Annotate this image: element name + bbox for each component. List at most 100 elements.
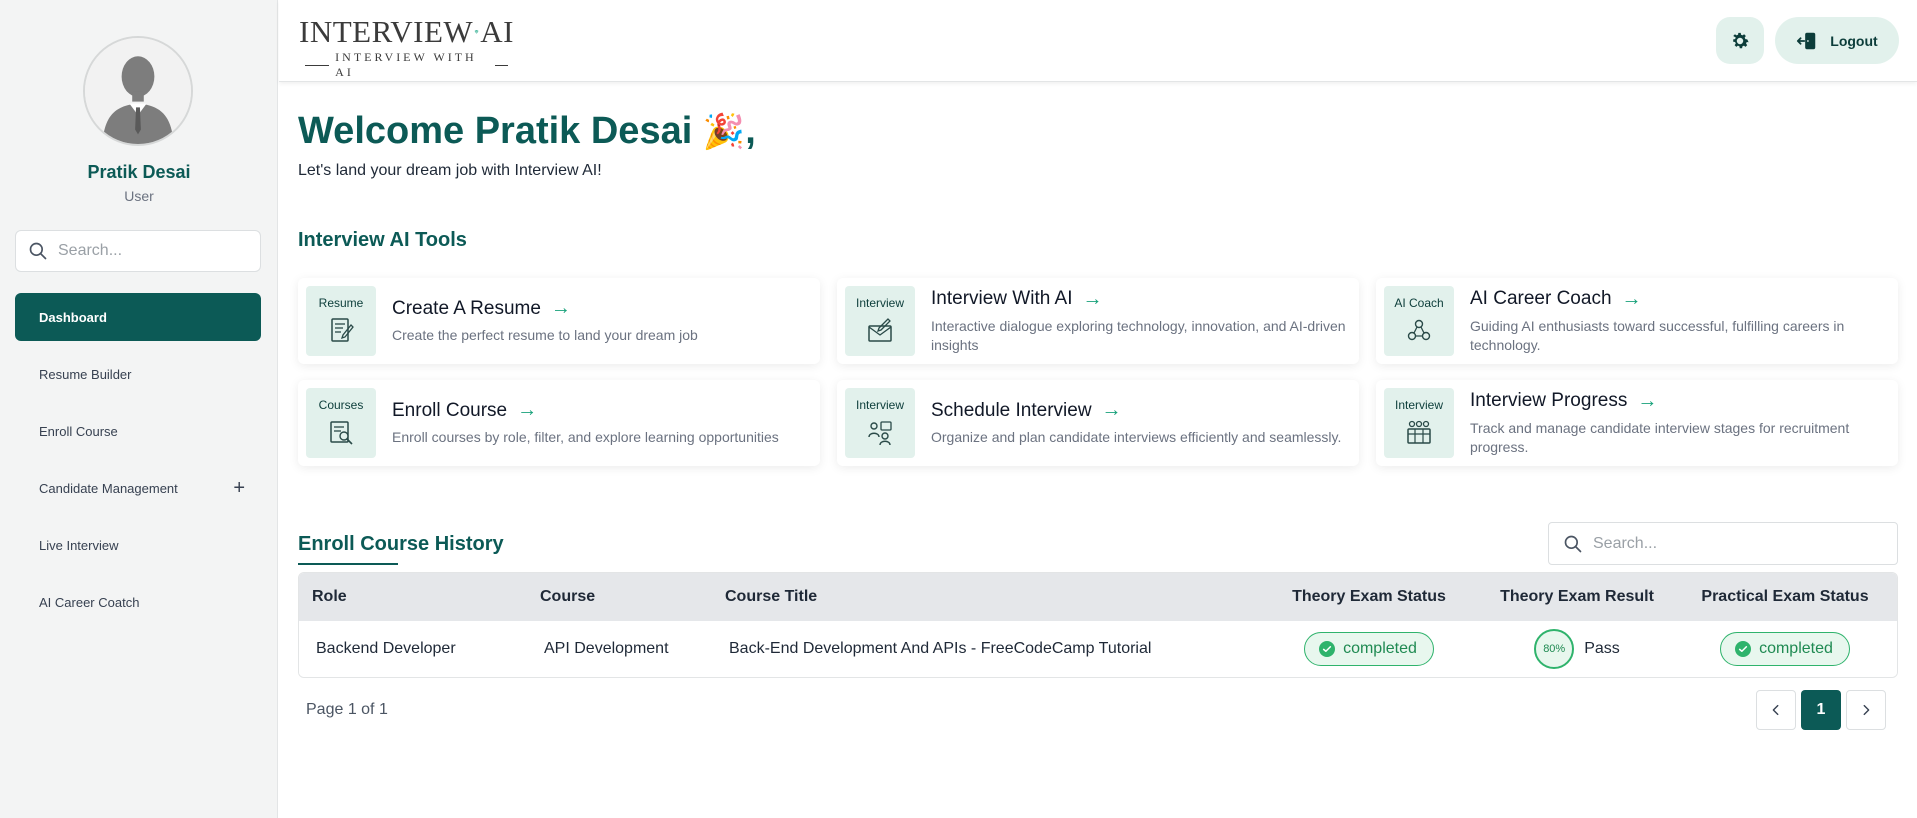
logout-label: Logout xyxy=(1830,32,1878,49)
tool-card-body: AI Career Coach → Guiding AI enthusiasts … xyxy=(1470,288,1898,355)
welcome-title-text: Welcome Pratik Desai xyxy=(298,110,693,152)
tool-card-title-text: Schedule Interview xyxy=(931,399,1092,421)
tool-card-title-text: Interview With AI xyxy=(931,288,1073,309)
tool-card-title: Create A Resume → xyxy=(392,297,698,320)
resume-document-icon xyxy=(331,318,354,342)
sidebar-nav: Dashboard Resume Builder Enroll Course C… xyxy=(15,293,261,635)
tool-card-enroll-course[interactable]: Courses Enroll Course → Enroll courses by… xyxy=(298,380,820,466)
tool-card-body: Interview With AI → Interactive dialogue … xyxy=(931,288,1359,355)
tool-card-body: Schedule Interview → Organize and plan ca… xyxy=(931,399,1351,447)
network-people-icon xyxy=(1407,319,1431,341)
tool-card-title-text: AI Career Coach xyxy=(1470,288,1612,309)
score-ring: 80% xyxy=(1534,629,1575,669)
tool-card-tag: Resume xyxy=(318,296,364,310)
tool-card-icon-box: AI Coach xyxy=(1384,286,1454,356)
tool-card-tag: Interview xyxy=(1394,398,1444,412)
column-header-theory-result[interactable]: Theory Exam Result xyxy=(1473,588,1681,606)
check-circle-icon xyxy=(1319,641,1336,657)
sidebar-item-candidate-management[interactable]: Candidate Management + xyxy=(15,464,261,512)
table-header: Role Course Course Title Theory Exam Sta… xyxy=(299,573,1897,621)
column-header-theory-status[interactable]: Theory Exam Status xyxy=(1265,588,1473,606)
sidebar-item-label: Live Interview xyxy=(39,537,119,553)
tool-card-interview-progress[interactable]: Interview Interview Progress → Track and … xyxy=(1376,380,1898,466)
sidebar-item-enroll-course[interactable]: Enroll Course xyxy=(15,407,261,455)
tool-card-schedule-interview[interactable]: Interview Schedule Interview → Organize a… xyxy=(837,380,1359,466)
tool-card-tag: Courses xyxy=(318,398,364,412)
history-search xyxy=(1548,522,1898,565)
app-logo[interactable]: INTERVIEW AI INTERVIEW WITH AI xyxy=(299,14,514,80)
sidebar-item-label: AI Career Coatch xyxy=(39,594,140,610)
cell-practical-status: completed xyxy=(1681,632,1889,666)
sidebar-search xyxy=(15,230,261,272)
status-badge: completed xyxy=(1720,632,1850,666)
tool-card-icon-box: Interview xyxy=(845,286,915,356)
tool-card-title: AI Career Coach → xyxy=(1470,288,1888,311)
arrow-right-icon: → xyxy=(1637,389,1658,412)
welcome-title: Welcome Pratik Desai 🎉, xyxy=(298,110,756,153)
expand-plus-icon[interactable]: + xyxy=(233,478,245,498)
column-header-course-title[interactable]: Course Title xyxy=(725,588,1265,606)
tool-card-icon-box: Interview xyxy=(1384,388,1454,458)
tool-card-icon-box: Courses xyxy=(306,388,376,458)
chevron-right-icon xyxy=(1863,704,1870,716)
tool-card-icon-box: Resume xyxy=(306,286,376,356)
column-header-practical-status[interactable]: Practical Exam Status xyxy=(1681,588,1889,606)
sidebar-item-dashboard[interactable]: Dashboard xyxy=(15,293,261,341)
sidebar-search-input[interactable] xyxy=(58,242,248,260)
tool-card-title: Interview With AI → xyxy=(931,288,1349,311)
welcome-title-comma: , xyxy=(745,110,756,152)
settings-button[interactable] xyxy=(1716,17,1764,64)
pagination-next-button[interactable] xyxy=(1846,690,1886,730)
tools-section-title: Interview AI Tools xyxy=(298,229,467,251)
history-search-input[interactable] xyxy=(1593,534,1883,553)
sidebar: Pratik Desai User Dashboard Resume Build… xyxy=(0,0,278,818)
table-row[interactable]: Backend Developer API Development Back-E… xyxy=(299,621,1897,677)
pagination-page-button[interactable]: 1 xyxy=(1801,690,1841,730)
tool-card-body: Create A Resume → Create the perfect resu… xyxy=(392,297,708,345)
tool-card-interview-with-ai[interactable]: Interview Interview With AI → Interactive… xyxy=(837,278,1359,364)
user-name: Pratik Desai xyxy=(87,162,191,182)
tool-card-create-resume[interactable]: Resume Create A Resume → Create the perfe… xyxy=(298,278,820,364)
tool-card-title: Schedule Interview → xyxy=(931,399,1341,422)
cell-role: Backend Developer xyxy=(316,640,456,657)
pagination-info: Page 1 of 1 xyxy=(306,701,388,718)
status-badge-label: completed xyxy=(1759,640,1833,657)
cell-theory-status: completed xyxy=(1265,632,1473,666)
sidebar-item-label: Candidate Management xyxy=(39,480,178,496)
search-icon xyxy=(1564,535,1582,552)
column-header-course[interactable]: Course xyxy=(540,588,725,606)
brain-gem-icon xyxy=(474,29,479,34)
sidebar-item-resume-builder[interactable]: Resume Builder xyxy=(15,350,261,398)
sidebar-item-label: Resume Builder xyxy=(39,366,132,382)
arrow-right-icon: → xyxy=(1082,287,1103,310)
sidebar-item-live-interview[interactable]: Live Interview xyxy=(15,521,261,569)
sidebar-item-label: Dashboard xyxy=(39,309,107,325)
sidebar-item-ai-career-coach[interactable]: AI Career Coatch xyxy=(15,578,261,626)
course-history-table: Role Course Course Title Theory Exam Sta… xyxy=(298,572,1898,678)
tool-card-title-text: Create A Resume xyxy=(392,297,541,319)
status-badge-label: completed xyxy=(1343,640,1417,657)
logout-button[interactable]: Logout xyxy=(1775,17,1899,64)
tool-card-body: Interview Progress → Track and manage can… xyxy=(1470,390,1898,457)
tool-card-icon-box: Interview xyxy=(845,388,915,458)
tool-card-description: Organize and plan candidate interviews e… xyxy=(931,429,1342,445)
avatar[interactable] xyxy=(83,36,193,146)
cell-course: API Development xyxy=(544,640,669,657)
pagination-prev-button[interactable] xyxy=(1756,690,1796,730)
logo-left-text: INTERVIEW xyxy=(299,14,474,49)
tool-card-ai-career-coach[interactable]: AI Coach AI Career Coach → Guiding AI ent… xyxy=(1376,278,1898,364)
search-icon xyxy=(29,242,47,260)
result-group: 80% Pass xyxy=(1534,629,1620,669)
cell-course-title: Back-End Development And APIs - FreeCode… xyxy=(729,640,1152,657)
tool-card-tag: Interview xyxy=(855,296,905,310)
tool-card-description: Enroll courses by role, filter, and expl… xyxy=(392,429,779,445)
logo-tagline: INTERVIEW WITH AI xyxy=(299,50,514,80)
arrow-right-icon: → xyxy=(1621,287,1642,310)
candidates-board-icon xyxy=(1407,420,1431,444)
tool-card-title-text: Enroll Course xyxy=(392,399,508,421)
tool-card-description: Track and manage candidate interview sta… xyxy=(1470,419,1850,455)
course-search-icon xyxy=(330,421,353,445)
history-section-title: Enroll Course History xyxy=(298,533,504,555)
column-header-role[interactable]: Role xyxy=(299,588,540,606)
meeting-people-icon xyxy=(868,421,892,446)
